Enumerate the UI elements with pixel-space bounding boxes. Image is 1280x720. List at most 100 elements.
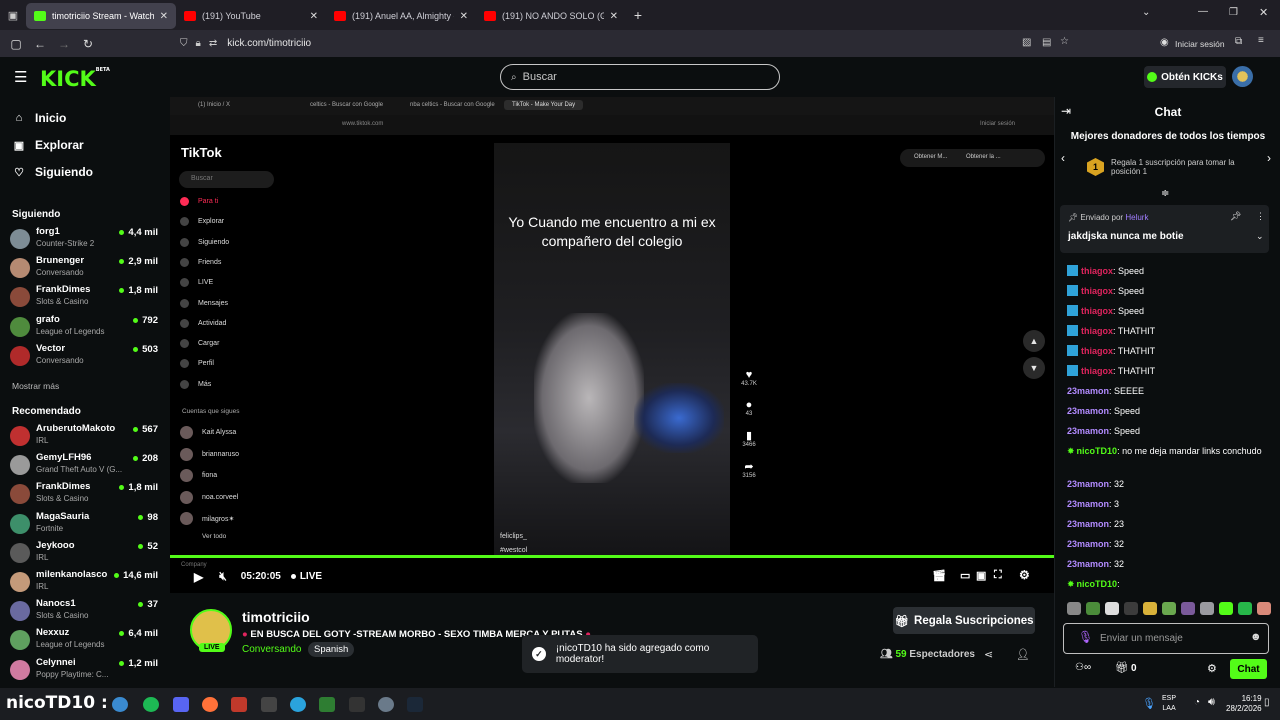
close-window-icon[interactable]: ✕: [1259, 6, 1268, 19]
sidebar-channel[interactable]: AruberutoMakoto IRL 567: [10, 422, 162, 450]
back-icon[interactable]: ←: [28, 37, 52, 51]
app-avatar-icon[interactable]: [112, 697, 128, 712]
permissions-icon[interactable]: ⇄: [209, 38, 217, 49]
emote-icon[interactable]: [1067, 602, 1081, 615]
close-tab-icon[interactable]: ✕: [310, 11, 318, 22]
language-tag[interactable]: Spanish: [308, 642, 355, 657]
picture-icon[interactable]: ▨: [1022, 37, 1031, 48]
video-player[interactable]: (1) Inicio / X celtics - Buscar con Goog…: [170, 97, 1054, 593]
sidebar-channel[interactable]: Nexxuz League of Legends 6,4 mil: [10, 626, 162, 654]
emote-icon[interactable]: [1086, 602, 1100, 615]
settings-gear-icon[interactable]: [378, 697, 394, 712]
sidebar-channel[interactable]: Brunenger Conversando 2,9 mil: [10, 254, 162, 282]
chat-username[interactable]: 23mamon: [1067, 539, 1109, 549]
discord-icon[interactable]: [173, 697, 189, 712]
chat-send-button[interactable]: Chat: [1230, 659, 1267, 679]
forward-icon[interactable]: →: [52, 37, 76, 51]
search-input[interactable]: ⌕ Buscar: [500, 64, 780, 90]
chevron-down-icon[interactable]: ⌄: [1256, 231, 1264, 242]
new-tab-icon[interactable]: +: [626, 7, 650, 23]
theater-mode-icon[interactable]: ▭: [960, 569, 970, 582]
restore-icon[interactable]: ❐: [1229, 7, 1238, 18]
expand-icon[interactable]: ≑: [1161, 188, 1169, 199]
app-red-icon[interactable]: [231, 697, 247, 712]
emote-icon[interactable]: [1219, 602, 1233, 615]
app-green-icon[interactable]: [319, 697, 335, 712]
chat-username[interactable]: thiagox: [1081, 266, 1113, 276]
minimize-icon[interactable]: —: [1198, 6, 1208, 17]
signin-link[interactable]: Iniciar sesión: [1175, 39, 1225, 49]
gift-subs-button[interactable]: 🎁︎ Regala Suscripciones: [893, 607, 1035, 634]
chat-username[interactable]: nicoTD10: [1077, 446, 1118, 456]
chat-username[interactable]: thiagox: [1081, 346, 1113, 356]
sidebar-channel[interactable]: milenkanolasco IRL 14,6 mil: [10, 568, 162, 596]
mute-icon[interactable]: 🔇︎: [219, 569, 227, 584]
wifi-icon[interactable]: ◔: [1194, 697, 1200, 708]
sidebar-channel[interactable]: Jeykooo IRL 52: [10, 539, 162, 567]
chat-username[interactable]: thiagox: [1081, 326, 1113, 336]
chat-username[interactable]: 23mamon: [1067, 386, 1109, 396]
chat-username[interactable]: nicoTD10: [1077, 579, 1118, 589]
close-tab-icon[interactable]: ✕: [460, 11, 468, 22]
sidebar-channel[interactable]: Vector Conversando 503: [10, 342, 162, 370]
emote-icon[interactable]: [1143, 602, 1157, 615]
close-tab-icon[interactable]: ✕: [160, 11, 168, 22]
share-icon[interactable]: ⋖: [984, 648, 993, 661]
tab-youtube-2[interactable]: (191) Anuel AA, Almighty - 007 ✕: [326, 3, 476, 29]
drops-icon[interactable]: 🎁︎: [1115, 661, 1129, 674]
sidebar-channel[interactable]: GemyLFH96 Grand Theft Auto V (G... 208: [10, 451, 162, 479]
emote-icon[interactable]: [1257, 602, 1271, 615]
firefox-icon[interactable]: [202, 697, 218, 712]
volume-icon[interactable]: 🔊︎: [1208, 696, 1215, 709]
play-icon[interactable]: ▶: [194, 570, 203, 584]
chat-username[interactable]: 23mamon: [1067, 559, 1109, 569]
sidebar-toggle-icon[interactable]: ▢: [4, 37, 28, 51]
pip-icon[interactable]: ▣: [976, 569, 986, 582]
chat-username[interactable]: 23mamon: [1067, 479, 1109, 489]
sidebar-item-explorar[interactable]: ▣ Explorar: [12, 138, 84, 152]
unpin-icon[interactable]: 📌︎: [1230, 211, 1241, 222]
follow-icon[interactable]: 👤︎: [1016, 648, 1030, 661]
sidebar-channel[interactable]: forg1 Counter-Strike 2 4,4 mil: [10, 225, 162, 253]
keyboard-language[interactable]: ESP LAA: [1162, 694, 1176, 714]
chat-username[interactable]: 23mamon: [1067, 406, 1109, 416]
bookmark-star-icon[interactable]: ☆: [1060, 36, 1069, 47]
emote-icon[interactable]: [1238, 602, 1252, 615]
chat-username[interactable]: thiagox: [1081, 366, 1113, 376]
user-avatar[interactable]: [1232, 66, 1253, 87]
taskbar-clock[interactable]: 16:19 28/2/2026: [1226, 694, 1262, 714]
sidebar-channel[interactable]: Nanocs1 Slots & Casino 37: [10, 597, 162, 625]
chat-username[interactable]: 23mamon: [1067, 499, 1109, 509]
extensions-icon[interactable]: ⧉: [1235, 36, 1242, 47]
mail-icon[interactable]: [261, 697, 277, 712]
sidebar-channel[interactable]: FrankDimes Slots & Casino 1,8 mil: [10, 480, 162, 508]
clip-icon[interactable]: 🎬︎: [932, 569, 946, 582]
show-more-link[interactable]: Mostrar más: [12, 381, 59, 391]
chat-settings-icon[interactable]: ⚙: [1207, 662, 1217, 675]
chat-message-input[interactable]: 🎙︎ Enviar un mensaje ☻: [1063, 623, 1269, 654]
emote-icon[interactable]: [1181, 602, 1195, 615]
sidebar-channel[interactable]: FrankDimes Slots & Casino 1,8 mil: [10, 283, 162, 311]
hamburger-icon[interactable]: ☰: [14, 68, 27, 86]
tabs-dropdown-icon[interactable]: ⌄: [1142, 7, 1150, 18]
chat-username[interactable]: thiagox: [1081, 286, 1113, 296]
menu-icon[interactable]: ≡: [1258, 35, 1264, 46]
epic-games-icon[interactable]: [349, 697, 365, 712]
sidebar-channel[interactable]: Celynnei Poppy Playtime: C... 1,2 mil: [10, 656, 162, 684]
sidebar-channel[interactable]: grafo League of Legends 792: [10, 313, 162, 341]
get-kicks-button[interactable]: Obtén KICKs: [1144, 66, 1226, 88]
donors-next-icon[interactable]: ›: [1267, 151, 1271, 165]
tab-youtube-1[interactable]: (191) YouTube ✕: [176, 3, 326, 29]
sidebar-item-siguiendo[interactable]: ♡ Siguiendo: [12, 165, 93, 179]
notifications-icon[interactable]: ▯: [1264, 697, 1270, 708]
sidebar-channel[interactable]: MagaSauria Fortnite 98: [10, 510, 162, 538]
playback-progress[interactable]: [170, 555, 1054, 558]
chat-username[interactable]: thiagox: [1081, 306, 1113, 316]
emote-icon[interactable]: [1162, 602, 1176, 615]
tab-list-icon[interactable]: ▣: [0, 9, 26, 22]
donors-prev-icon[interactable]: ‹: [1061, 151, 1065, 165]
chat-username[interactable]: 23mamon: [1067, 519, 1109, 529]
telegram-icon[interactable]: [290, 697, 306, 712]
steam-icon[interactable]: [407, 697, 423, 712]
tab-kick[interactable]: timotriciio Stream - Watch Live ✕: [26, 3, 176, 29]
